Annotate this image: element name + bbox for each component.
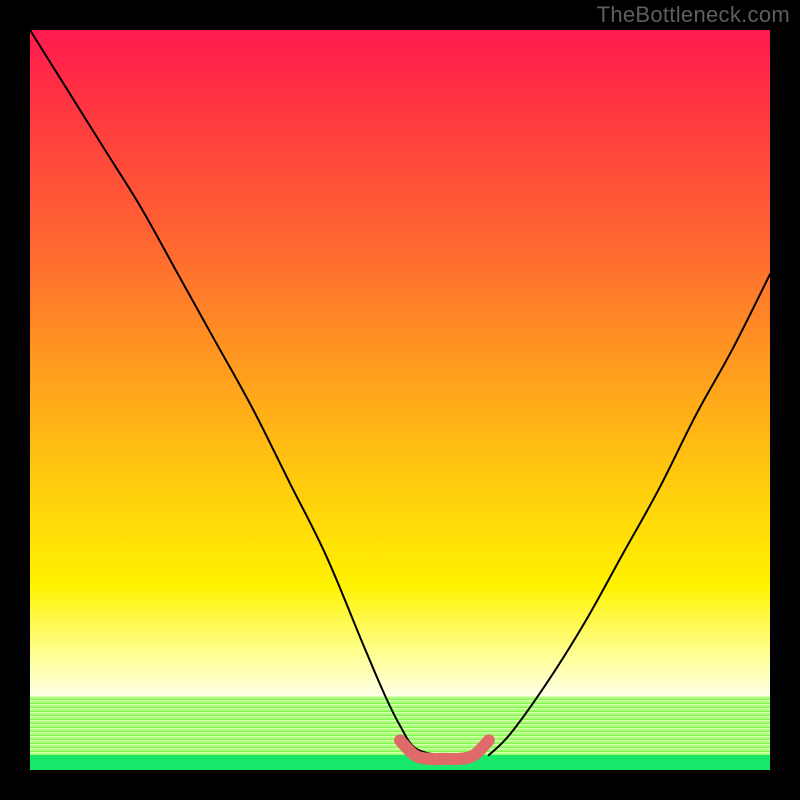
watermark-text: TheBottleneck.com [597, 2, 790, 28]
curve-left [30, 30, 437, 755]
curve-right [489, 274, 770, 755]
chart-frame: TheBottleneck.com [0, 0, 800, 800]
plot-area [30, 30, 770, 770]
curve-layer [30, 30, 770, 770]
curve-valley-highlight [400, 740, 489, 759]
